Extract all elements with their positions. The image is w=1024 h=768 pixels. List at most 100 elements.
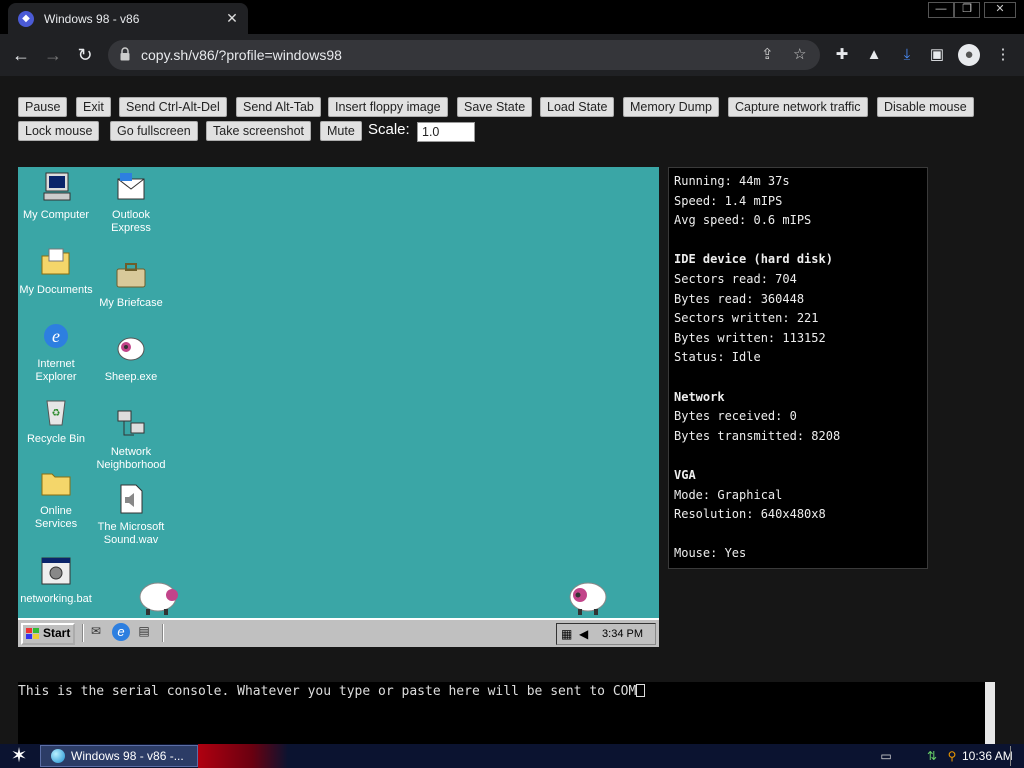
back-icon[interactable]: ← <box>8 42 34 68</box>
side-panel-icon[interactable]: ▣ <box>926 44 948 66</box>
tray-network-icon[interactable]: ▦ <box>561 624 572 644</box>
save-state-button[interactable]: Save State <box>457 97 533 117</box>
lock-icon <box>120 47 130 61</box>
forward-icon[interactable]: → <box>40 42 66 68</box>
scale-input[interactable] <box>417 122 475 142</box>
take-screenshot-button[interactable]: Take screenshot <box>206 121 312 141</box>
desktop-icon-network-neighborhood[interactable]: Network Neighborhood <box>93 408 169 472</box>
disable-mouse-button[interactable]: Disable mouse <box>877 97 974 117</box>
recycle-bin-icon: ♻ <box>46 400 66 426</box>
desktop-icon-my-computer[interactable]: My Computer <box>18 171 94 222</box>
host-task-label: Windows 98 - v86 -... <box>71 749 184 763</box>
svg-text:e: e <box>52 326 60 346</box>
browser-tab[interactable]: ◆ Windows 98 - v86 ✕ <box>8 3 248 34</box>
svg-text:♻: ♻ <box>52 408 61 419</box>
win98-system-tray: ▦ ◀ 3:34 PM <box>556 623 656 645</box>
insert-floppy-button[interactable]: Insert floppy image <box>328 97 448 117</box>
share-icon[interactable]: ⇪ <box>761 45 774 63</box>
desktop-icon-recycle-bin[interactable]: ♻ Recycle Bin <box>18 395 94 446</box>
browser-ball-icon <box>51 749 65 763</box>
exit-button[interactable]: Exit <box>76 97 111 117</box>
stat-vga-resolution: Resolution: 640x480x8 <box>674 507 826 522</box>
stat-vga-mode: Mode: Graphical <box>674 487 783 502</box>
minimize-button[interactable]: — <box>928 2 954 18</box>
extension-arrow-icon[interactable]: ⤓ <box>896 44 918 66</box>
taskbar-separator <box>162 624 164 642</box>
keyboard-icon[interactable]: ▭ <box>878 748 894 764</box>
text-cursor <box>636 684 646 697</box>
v86-page: Pause Exit Send Ctrl-Alt-Del Send Alt-Ta… <box>0 76 1024 744</box>
stat-ide-header: IDE device (hard disk) <box>674 252 833 267</box>
send-alt-tab-button[interactable]: Send Alt-Tab <box>236 97 321 117</box>
scale-label: Scale: <box>368 121 410 138</box>
send-ctrl-alt-del-button[interactable]: Send Ctrl-Alt-Del <box>119 97 227 117</box>
desktop-icon-networking-bat[interactable]: networking.bat <box>18 555 94 606</box>
lock-mouse-button[interactable]: Lock mouse <box>18 121 100 141</box>
capture-network-button[interactable]: Capture network traffic <box>728 97 868 117</box>
mute-button[interactable]: Mute <box>320 121 362 141</box>
quick-launch-ie-icon[interactable]: e <box>112 623 130 641</box>
address-bar[interactable]: copy.sh/v86/?profile=windows98 ⇪ ☆ <box>108 40 820 70</box>
win98-start-button[interactable]: Start <box>21 623 75 645</box>
stat-avg-speed: Avg speed: 0.6 mIPS <box>674 213 812 228</box>
serial-console-text: This is the serial console. Whatever you… <box>18 684 637 699</box>
desktop-icon-outlook-express[interactable]: Outlook Express <box>93 171 169 235</box>
desktop-icon-label: Recycle Bin <box>26 433 86 445</box>
briefcase-icon <box>116 263 146 288</box>
host-task-button[interactable]: Windows 98 - v86 -... <box>40 745 198 767</box>
bookmark-star-icon[interactable]: ☆ <box>793 45 806 63</box>
sheep-icon <box>117 337 145 361</box>
profile-avatar-icon[interactable]: ● <box>958 44 980 66</box>
desktop-icon-sheep[interactable]: Sheep.exe <box>93 333 169 384</box>
menu-kebab-icon[interactable]: ⋮ <box>992 44 1014 66</box>
host-start-star-icon[interactable]: ✶ <box>4 744 34 768</box>
internet-explorer-icon: e <box>44 324 68 348</box>
roaming-sheep-icon <box>139 582 178 615</box>
go-fullscreen-button[interactable]: Go fullscreen <box>110 121 198 141</box>
extensions-icon[interactable]: ✚ <box>831 44 853 66</box>
stat-bytes-read: Bytes read: 360448 <box>674 291 805 306</box>
desktop-icon-online-services[interactable]: Online Services <box>18 467 94 531</box>
stat-spacer <box>674 368 922 388</box>
serial-scrollbar[interactable] <box>985 682 995 744</box>
v86-favicon-icon: ◆ <box>18 10 34 27</box>
stat-network-header: Network <box>674 389 725 404</box>
stat-sectors-read: Sectors read: 704 <box>674 271 797 286</box>
stat-spacer <box>674 525 922 545</box>
tray-volume-icon[interactable]: ◀ <box>579 624 588 644</box>
desktop-icon-label: My Computer <box>22 209 90 221</box>
stat-mouse: Mouse: Yes <box>674 546 747 561</box>
roaming-sheep-icon <box>569 582 607 615</box>
reload-icon[interactable]: ↻ <box>72 42 98 68</box>
win98-clock: 3:34 PM <box>602 628 643 640</box>
pause-button[interactable]: Pause <box>18 97 68 117</box>
labs-flask-icon[interactable]: ▲ <box>863 44 885 66</box>
emulator-screen[interactable]: My Computer My Documents e Internet Expl… <box>18 167 659 647</box>
restore-button[interactable]: ❐ <box>954 2 980 18</box>
desktop-icon-my-documents[interactable]: My Documents <box>18 246 94 297</box>
show-desktop-button[interactable] <box>1010 746 1016 766</box>
stat-ide-status: Status: Idle <box>674 350 761 365</box>
host-taskbar-decoration <box>198 744 288 768</box>
memory-dump-button[interactable]: Memory Dump <box>623 97 719 117</box>
desktop-icon-microsoft-sound[interactable]: The Microsoft Sound.wav <box>93 483 169 547</box>
desktop-icon-label: My Briefcase <box>99 297 163 309</box>
stat-spacer <box>674 446 922 466</box>
tab-close-icon[interactable]: ✕ <box>224 10 240 27</box>
close-window-button[interactable]: ✕ <box>984 2 1016 18</box>
network-tray-icon[interactable]: ⇅ <box>924 748 940 764</box>
tab-title: Windows 98 - v86 <box>44 11 140 26</box>
load-state-button[interactable]: Load State <box>540 97 615 117</box>
search-tray-icon[interactable]: ⚲ <box>944 748 960 764</box>
desktop-icon-internet-explorer[interactable]: e Internet Explorer <box>18 320 94 384</box>
desktop-icon-label: Outlook Express <box>111 209 151 234</box>
serial-console[interactable]: This is the serial console. Whatever you… <box>18 682 995 744</box>
folder-icon <box>41 473 71 496</box>
desktop-icon-my-briefcase[interactable]: My Briefcase <box>93 259 169 310</box>
quick-launch-outlook-icon[interactable]: ✉ <box>88 624 104 640</box>
emulator-stats-panel: Running: 44m 37s Speed: 1.4 mIPS Avg spe… <box>668 167 928 569</box>
host-taskbar: ✶ Windows 98 - v86 -... ▭ ⇅ ⚲ 10:36 AM <box>0 744 1024 768</box>
quick-launch-desktop-icon[interactable]: ▤ <box>136 624 152 640</box>
desktop-icon-label: The Microsoft Sound.wav <box>97 521 165 546</box>
browser-titlebar: ◆ Windows 98 - v86 ✕ — ❐ ✕ <box>0 0 1024 34</box>
